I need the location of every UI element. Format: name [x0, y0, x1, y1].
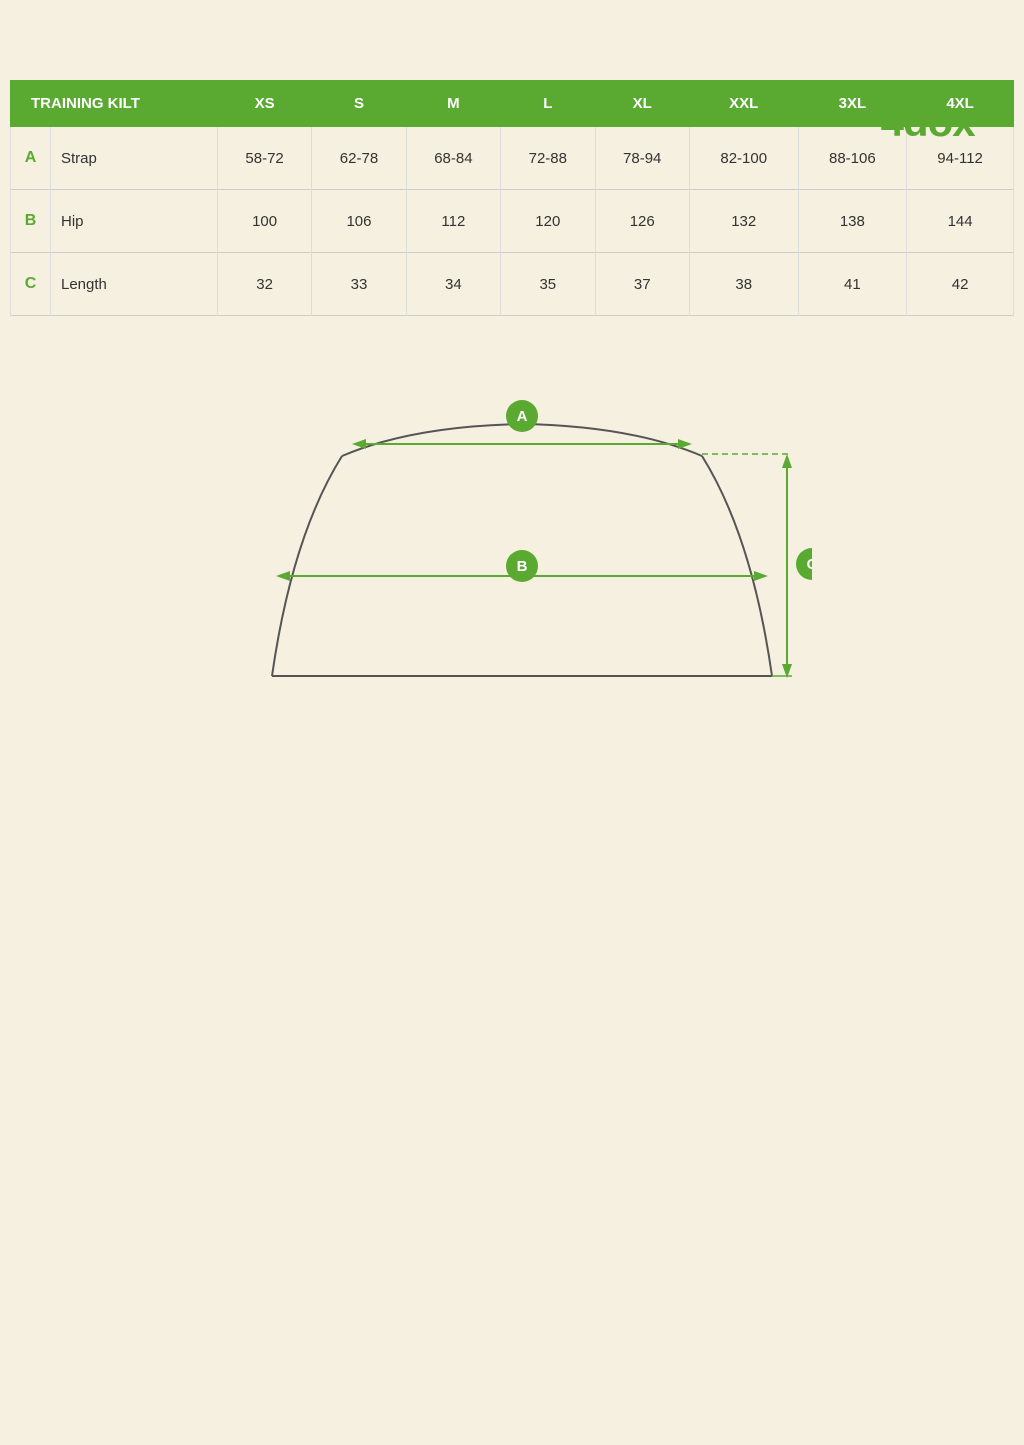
row-c-l: 35	[501, 253, 595, 316]
row-b-label: Hip	[51, 190, 218, 253]
col-xs: XS	[217, 81, 311, 127]
row-c-m: 34	[406, 253, 500, 316]
row-a-xs: 58-72	[217, 127, 311, 190]
row-c-xxl: 38	[689, 253, 798, 316]
table-row: A Strap 58-72 62-78 68-84 72-88 78-94 82…	[11, 127, 1014, 190]
row-b-l: 120	[501, 190, 595, 253]
row-b-3xl: 138	[798, 190, 907, 253]
col-xl: XL	[595, 81, 689, 127]
table-row: C Length 32 33 34 35 37 38 41 42	[11, 253, 1014, 316]
col-s: S	[312, 81, 406, 127]
row-a-label: Strap	[51, 127, 218, 190]
row-b-4xl: 144	[907, 190, 1014, 253]
col-m: M	[406, 81, 500, 127]
row-a-l: 72-88	[501, 127, 595, 190]
row-b-xxl: 132	[689, 190, 798, 253]
row-a-xl: 78-94	[595, 127, 689, 190]
row-c-4xl: 42	[907, 253, 1014, 316]
size-table: TRAINING KILT XS S M L XL XXL 3XL 4XL A …	[10, 80, 1014, 316]
row-c-id: C	[11, 253, 51, 316]
size-table-container: TRAINING KILT XS S M L XL XXL 3XL 4XL A …	[10, 80, 1014, 316]
row-c-s: 33	[312, 253, 406, 316]
kilt-diagram: A B C	[212, 356, 812, 756]
row-c-xs: 32	[217, 253, 311, 316]
row-a-m: 68-84	[406, 127, 500, 190]
row-a-xxl: 82-100	[689, 127, 798, 190]
row-b-s: 106	[312, 190, 406, 253]
table-title: TRAINING KILT	[11, 81, 218, 127]
svg-text:B: B	[517, 558, 528, 575]
col-l: L	[501, 81, 595, 127]
row-c-3xl: 41	[798, 253, 907, 316]
table-row: B Hip 100 106 112 120 126 132 138 144	[11, 190, 1014, 253]
svg-text:A: A	[517, 408, 528, 425]
row-b-m: 112	[406, 190, 500, 253]
row-b-xs: 100	[217, 190, 311, 253]
logo-registered: ®	[975, 108, 984, 124]
row-b-id: B	[11, 190, 51, 253]
logo-text: 4dox	[881, 98, 975, 145]
row-c-label: Length	[51, 253, 218, 316]
row-a-id: A	[11, 127, 51, 190]
kilt-svg: A B C	[212, 356, 812, 756]
row-a-s: 62-78	[312, 127, 406, 190]
brand-logo: 4dox®	[881, 98, 984, 146]
table-header-row: TRAINING KILT XS S M L XL XXL 3XL 4XL	[11, 81, 1014, 127]
row-c-xl: 37	[595, 253, 689, 316]
svg-text:C: C	[807, 556, 812, 573]
col-xxl: XXL	[689, 81, 798, 127]
row-b-xl: 126	[595, 190, 689, 253]
